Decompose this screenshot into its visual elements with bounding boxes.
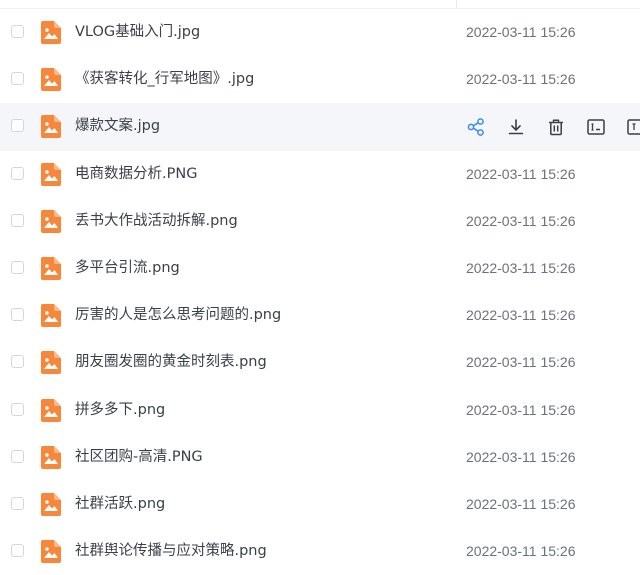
file-name[interactable]: 社区团购-高清.PNG — [75, 434, 203, 481]
image-file-icon — [41, 209, 61, 233]
file-name[interactable]: 爆款文案.jpg — [75, 103, 160, 150]
image-file-icon — [41, 304, 61, 328]
file-name[interactable]: 拼多多下.png — [75, 387, 165, 434]
row-actions — [466, 117, 640, 137]
row-checkbox[interactable] — [11, 119, 24, 133]
modified-date: 2022-03-11 15:26 — [466, 307, 576, 324]
row-checkbox[interactable] — [11, 544, 24, 558]
file-row[interactable]: 拼多多下.png 2022-03-11 15:26 — [0, 387, 640, 434]
file-row[interactable]: 社区团购-高清.PNG 2022-03-11 15:26 — [0, 434, 640, 481]
image-file-icon — [41, 162, 61, 186]
file-name[interactable]: 电商数据分析.PNG — [75, 151, 197, 198]
modified-date: 2022-03-11 15:26 — [466, 354, 576, 371]
row-checkbox[interactable] — [11, 308, 24, 322]
modified-date: 2022-03-11 15:26 — [466, 212, 576, 229]
file-row[interactable]: VLOG基础入门.jpg 2022-03-11 15:26 — [0, 9, 640, 56]
row-checkbox[interactable] — [11, 213, 24, 227]
modified-date: 2022-03-11 15:26 — [466, 495, 576, 512]
image-file-icon — [41, 115, 61, 139]
row-checkbox[interactable] — [11, 166, 24, 180]
file-row[interactable]: 社群舆论传播与应对策略.png 2022-03-11 15:26 — [0, 528, 640, 575]
modified-date: 2022-03-11 15:26 — [466, 543, 576, 560]
file-name[interactable]: 多平台引流.png — [75, 245, 180, 292]
file-row[interactable]: 电商数据分析.PNG 2022-03-11 15:26 — [0, 151, 640, 198]
modified-date: 2022-03-11 15:26 — [466, 259, 576, 276]
image-file-icon — [41, 351, 61, 375]
file-name[interactable]: VLOG基础入门.jpg — [75, 9, 200, 56]
file-row[interactable]: 朋友圈发圈的黄金时刻表.png 2022-03-11 15:26 — [0, 339, 640, 386]
modified-date: 2022-03-11 15:26 — [466, 165, 576, 182]
modified-date: 2022-03-11 15:26 — [466, 401, 576, 418]
image-file-icon — [41, 398, 61, 422]
modified-date: 2022-03-11 15:26 — [466, 448, 576, 465]
file-name[interactable]: 朋友圈发圈的黄金时刻表.png — [75, 339, 267, 386]
file-name[interactable]: 社群舆论传播与应对策略.png — [75, 528, 267, 575]
download-icon[interactable] — [506, 117, 526, 137]
row-checkbox[interactable] — [11, 72, 24, 86]
list-header-edge — [0, 0, 640, 9]
file-row[interactable]: 《获客转化_行军地图》.jpg 2022-03-11 15:26 — [0, 56, 640, 103]
column-divider — [456, 0, 457, 8]
modified-date: 2022-03-11 15:26 — [466, 71, 576, 88]
row-checkbox[interactable] — [11, 260, 24, 274]
image-file-icon — [41, 21, 61, 44]
file-row[interactable]: 爆款文案.jpg — [0, 103, 640, 151]
share-icon[interactable] — [466, 117, 486, 137]
file-row[interactable]: 社群活跃.png 2022-03-11 15:26 — [0, 481, 640, 528]
image-file-icon — [41, 256, 61, 280]
image-file-icon — [41, 68, 61, 92]
file-row[interactable]: 丢书大作战活动拆解.png 2022-03-11 15:26 — [0, 198, 640, 245]
image-file-icon — [41, 540, 61, 564]
row-checkbox[interactable] — [11, 496, 24, 510]
file-name[interactable]: 《获客转化_行军地图》.jpg — [75, 56, 254, 103]
row-checkbox[interactable] — [11, 449, 24, 463]
image-file-icon — [41, 445, 61, 469]
file-name[interactable]: 社群活跃.png — [75, 481, 165, 528]
row-checkbox[interactable] — [11, 25, 24, 38]
modified-date: 2022-03-11 15:26 — [466, 24, 576, 40]
row-checkbox[interactable] — [11, 355, 24, 369]
rename-icon[interactable] — [586, 117, 606, 137]
delete-icon[interactable] — [546, 117, 566, 137]
image-file-icon — [41, 492, 61, 516]
move-icon[interactable] — [626, 117, 640, 137]
file-name[interactable]: 厉害的人是怎么思考问题的.png — [75, 292, 281, 339]
row-checkbox[interactable] — [11, 402, 24, 416]
file-name[interactable]: 丢书大作战活动拆解.png — [75, 198, 238, 245]
file-row[interactable]: 厉害的人是怎么思考问题的.png 2022-03-11 15:26 — [0, 292, 640, 339]
file-row[interactable]: 多平台引流.png 2022-03-11 15:26 — [0, 245, 640, 292]
file-list: VLOG基础入门.jpg 2022-03-11 15:26 《获客转化_行军地图》.… — [0, 9, 640, 575]
